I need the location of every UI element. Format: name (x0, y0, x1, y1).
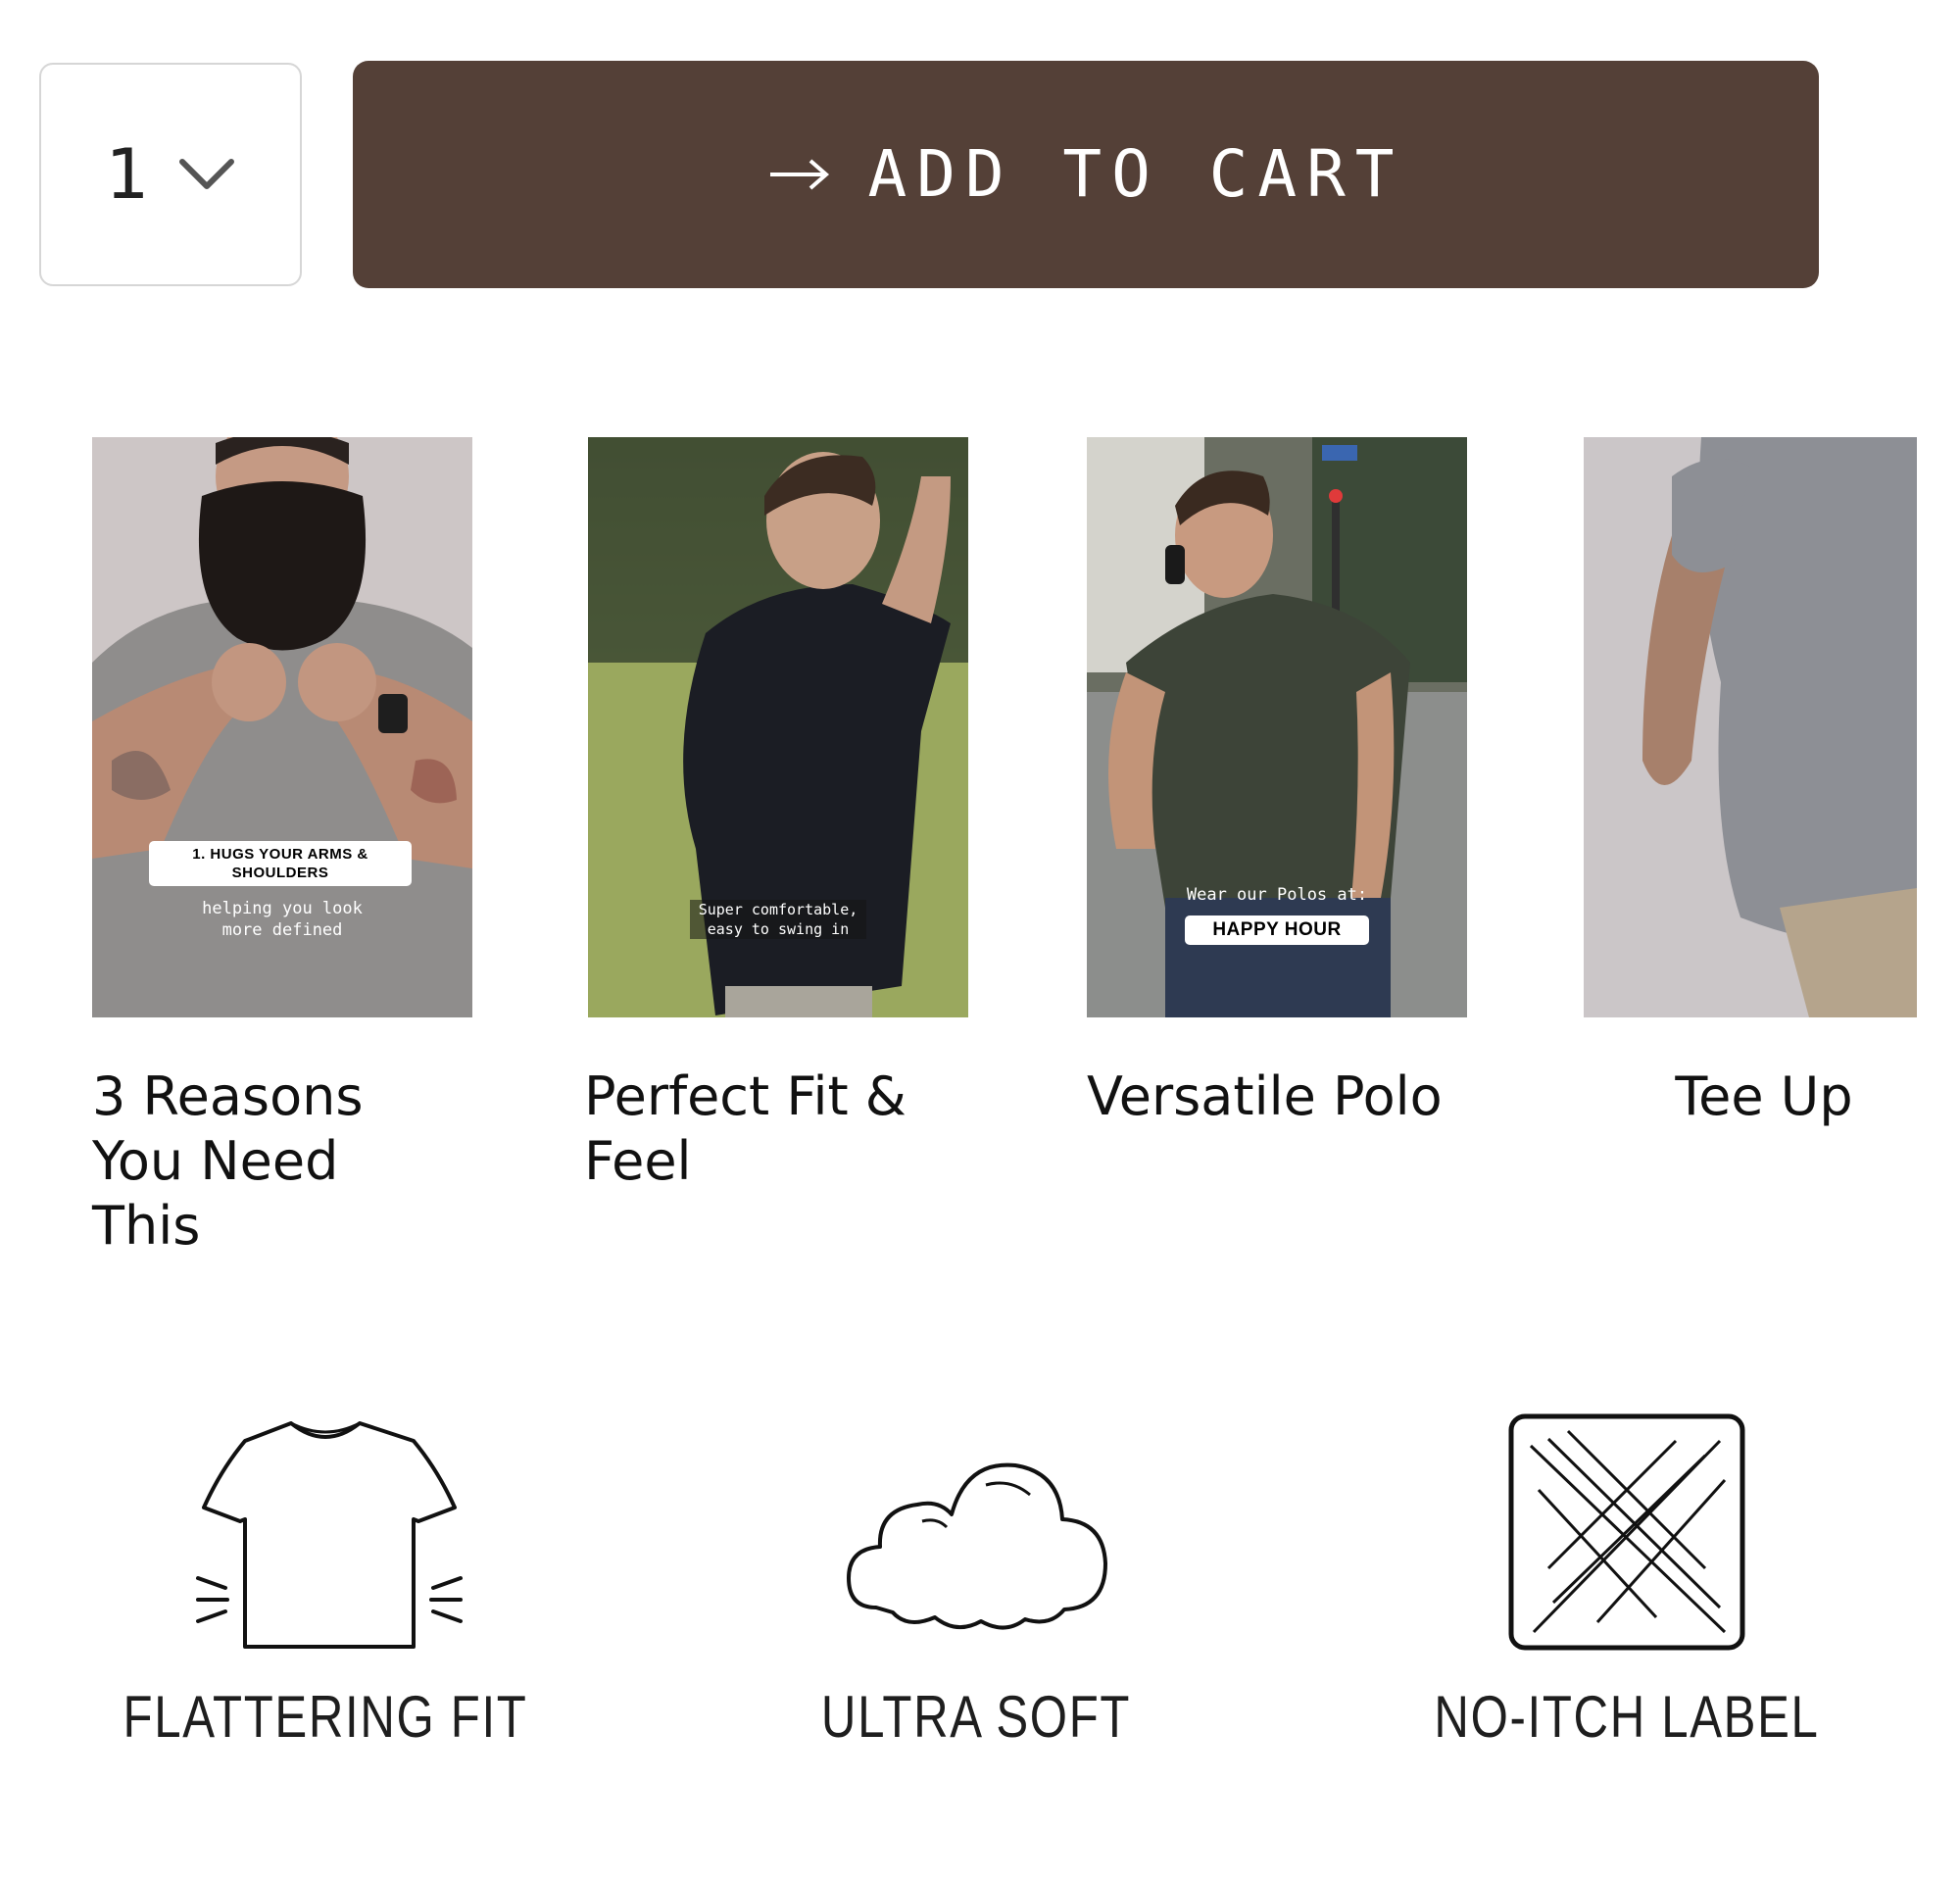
add-to-cart-label: ADD TO CART (867, 136, 1404, 212)
feature-ultra-soft: ULTRA SOFT (721, 1411, 1231, 1747)
video-overlay-text: Wear our Polos at: (1186, 885, 1368, 905)
video-title: 3 Reasons You Need This (92, 1065, 364, 1257)
video-thumbnail[interactable] (1584, 437, 1917, 1017)
video-overlay-text: helping you look more defined (202, 899, 363, 940)
video-card-tee-up[interactable]: Tee Up (1584, 437, 1917, 1127)
video-card-perfect-fit[interactable]: Super comfortable, easy to swing in Perf… (584, 437, 968, 1192)
video-overlay-tag: 1. HUGS YOUR ARMS & SHOULDERS (149, 841, 412, 886)
quantity-select[interactable]: 1 (39, 63, 302, 286)
cloud-icon (847, 1462, 1107, 1630)
arrow-right-icon (770, 159, 830, 190)
tee-model-thumbnail-image (1584, 437, 1917, 1017)
video-title: Tee Up (1675, 1065, 1853, 1127)
video-thumbnail[interactable]: Wear our Polos at: HAPPY HOUR (1087, 437, 1467, 1017)
no-itch-label-icon (1508, 1413, 1745, 1651)
feature-no-itch-label: NO-ITCH LABEL (1372, 1411, 1882, 1747)
quantity-value: 1 (105, 134, 150, 215)
tshirt-icon (196, 1421, 463, 1649)
feature-label: NO-ITCH LABEL (1434, 1684, 1820, 1750)
video-overlay-tag: HAPPY HOUR (1185, 915, 1369, 945)
feature-label: FLATTERING FIT (122, 1684, 528, 1750)
feature-label: ULTRA SOFT (820, 1684, 1132, 1750)
video-title: Perfect Fit & Feel (584, 1065, 906, 1192)
video-thumbnail[interactable]: 1. HUGS YOUR ARMS & SHOULDERS helping yo… (92, 437, 472, 1017)
video-card-3-reasons[interactable]: 1. HUGS YOUR ARMS & SHOULDERS helping yo… (92, 437, 472, 1257)
video-card-versatile-polo[interactable]: Wear our Polos at: HAPPY HOUR Versatile … (1087, 437, 1467, 1127)
chevron-down-icon (179, 159, 235, 189)
add-to-cart-button[interactable]: ADD TO CART (353, 61, 1819, 288)
video-thumbnail[interactable]: Super comfortable, easy to swing in (588, 437, 968, 1017)
video-overlay-text: Super comfortable, easy to swing in (690, 900, 866, 939)
feature-flattering-fit: FLATTERING FIT (71, 1411, 580, 1747)
video-title: Versatile Polo (1087, 1065, 1443, 1127)
